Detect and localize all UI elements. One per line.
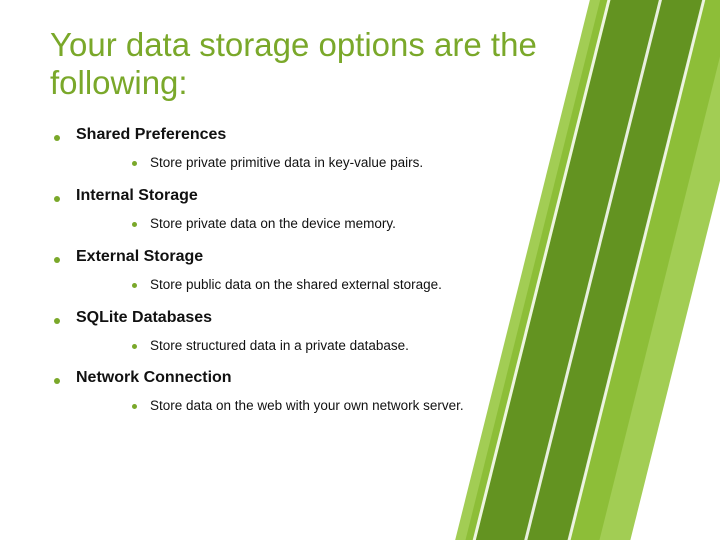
list-item: Internal Storage Store private data on t… <box>50 187 670 234</box>
sub-list: Store public data on the shared external… <box>132 276 670 295</box>
option-label: Internal Storage <box>76 187 198 204</box>
bullet-icon <box>54 257 60 263</box>
bullet-icon <box>132 161 137 166</box>
sub-list: Store structured data in a private datab… <box>132 337 670 356</box>
option-description: Store public data on the shared external… <box>150 277 442 292</box>
option-description: Store data on the web with your own netw… <box>150 398 464 413</box>
bullet-icon <box>132 283 137 288</box>
list-item: Store private primitive data in key-valu… <box>132 154 670 173</box>
option-description: Store structured data in a private datab… <box>150 338 409 353</box>
storage-options-list: Shared Preferences Store private primiti… <box>50 126 670 416</box>
list-item: Store public data on the shared external… <box>132 276 670 295</box>
bullet-icon <box>132 222 137 227</box>
list-item: SQLite Databases Store structured data i… <box>50 309 670 356</box>
option-label: Network Connection <box>76 369 232 386</box>
bullet-icon <box>132 344 137 349</box>
sub-list: Store private data on the device memory. <box>132 215 670 234</box>
option-label: Shared Preferences <box>76 126 226 143</box>
option-label: External Storage <box>76 248 203 265</box>
sub-list: Store data on the web with your own netw… <box>132 397 670 416</box>
sub-list: Store private primitive data in key-valu… <box>132 154 670 173</box>
list-item: Store data on the web with your own netw… <box>132 397 670 416</box>
bullet-icon <box>54 378 60 384</box>
bullet-icon <box>54 135 60 141</box>
option-description: Store private primitive data in key-valu… <box>150 155 423 170</box>
bullet-icon <box>132 404 137 409</box>
list-item: Shared Preferences Store private primiti… <box>50 126 670 173</box>
list-item: Network Connection Store data on the web… <box>50 369 670 416</box>
list-item: Store private data on the device memory. <box>132 215 670 234</box>
slide: Your data storage options are the follow… <box>0 0 720 540</box>
slide-title: Your data storage options are the follow… <box>50 26 590 102</box>
list-item: Store structured data in a private datab… <box>132 337 670 356</box>
option-label: SQLite Databases <box>76 309 212 326</box>
bullet-icon <box>54 196 60 202</box>
bullet-icon <box>54 318 60 324</box>
option-description: Store private data on the device memory. <box>150 216 396 231</box>
list-item: External Storage Store public data on th… <box>50 248 670 295</box>
